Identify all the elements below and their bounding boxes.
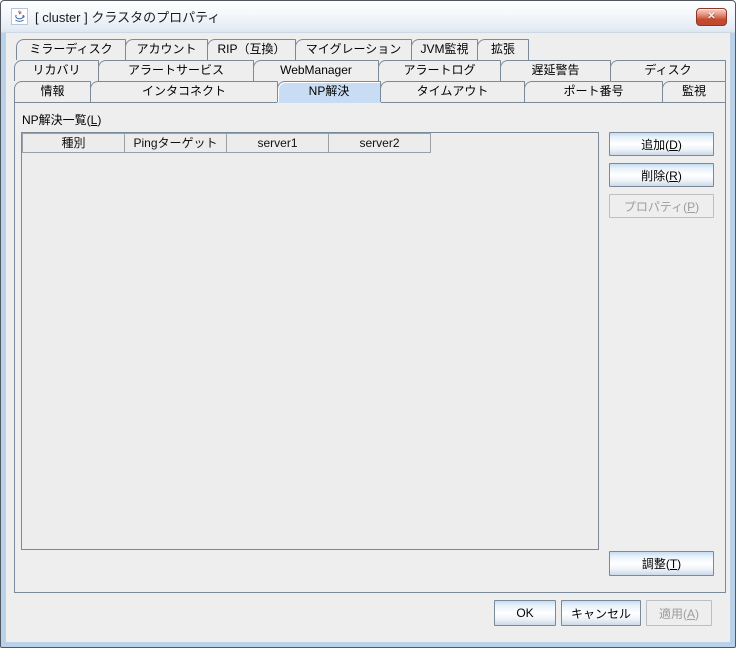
cluster-properties-dialog: [ cluster ] クラスタのプロパティ ✕ ミラーディスク アカウント R…: [0, 0, 736, 648]
tab-delay-warning[interactable]: 遅延警告: [500, 60, 611, 81]
tune-button[interactable]: 調整(T): [609, 551, 714, 576]
tab-webmanager[interactable]: WebManager: [253, 60, 379, 81]
close-icon: ✕: [707, 11, 715, 22]
footer-button-bar: OK キャンセル 適用(A): [14, 593, 726, 642]
tab-migration[interactable]: マイグレーション: [295, 39, 412, 60]
titlebar: [ cluster ] クラスタのプロパティ ✕: [1, 1, 735, 33]
tab-account[interactable]: アカウント: [125, 39, 208, 60]
column-header-ping-target[interactable]: Pingターゲット: [124, 133, 227, 153]
np-resolution-panel: NP解決一覧(L) 種別 Pingターゲット server1 server2: [14, 102, 726, 593]
np-main-area: 種別 Pingターゲット server1 server2 追加(D) 削除(R): [21, 132, 719, 592]
column-header-type[interactable]: 種別: [22, 133, 125, 153]
java-cup-icon: [11, 8, 28, 25]
tab-jvm-monitor[interactable]: JVM監視: [411, 39, 478, 60]
side-button-column: 追加(D) 削除(R) プロパティ(P) 調整(T): [609, 132, 714, 592]
dialog-content: ミラーディスク アカウント RIP（互換） マイグレーション JVM監視 拡張 …: [6, 33, 730, 642]
close-button[interactable]: ✕: [696, 8, 727, 26]
np-list-label: NP解決一覧(L): [22, 111, 719, 128]
apply-button: 適用(A): [646, 600, 712, 626]
tab-info[interactable]: 情報: [14, 81, 91, 102]
tab-disk[interactable]: ディスク: [610, 60, 726, 81]
np-table-scrollpane: 種別 Pingターゲット server1 server2: [21, 132, 599, 550]
cancel-button[interactable]: キャンセル: [561, 600, 641, 626]
tab-mirror-disk[interactable]: ミラーディスク: [16, 39, 126, 60]
tab-extension[interactable]: 拡張: [477, 39, 529, 60]
np-table-body[interactable]: [22, 153, 598, 549]
np-table-header: 種別 Pingターゲット server1 server2: [22, 133, 598, 153]
column-header-server2[interactable]: server2: [328, 133, 431, 153]
ok-button[interactable]: OK: [494, 600, 556, 626]
tab-port-number[interactable]: ポート番号: [524, 81, 663, 102]
tab-rip-compat[interactable]: RIP（互換）: [207, 39, 296, 60]
tab-alert-service[interactable]: アラートサービス: [98, 60, 254, 81]
tab-interconnect[interactable]: インタコネクト: [90, 81, 278, 102]
window-title: [ cluster ] クラスタのプロパティ: [35, 7, 696, 26]
side-column-spacer: [609, 218, 714, 551]
tab-monitor[interactable]: 監視: [662, 81, 726, 102]
tab-row-2: リカバリ アラートサービス WebManager アラートログ 遅延警告 ディス…: [14, 60, 726, 81]
tab-alert-log[interactable]: アラートログ: [378, 60, 501, 81]
column-header-server1[interactable]: server1: [226, 133, 329, 153]
remove-button[interactable]: 削除(R): [609, 163, 714, 187]
properties-button: プロパティ(P): [609, 194, 714, 218]
tab-row-3: 情報 インタコネクト NP解決 タイムアウト ポート番号 監視: [14, 81, 726, 102]
tab-recovery[interactable]: リカバリ: [14, 60, 99, 81]
tab-np-resolution[interactable]: NP解決: [277, 81, 381, 102]
tab-row-1: ミラーディスク アカウント RIP（互換） マイグレーション JVM監視 拡張: [14, 39, 726, 60]
tab-timeout[interactable]: タイムアウト: [380, 81, 525, 102]
add-button[interactable]: 追加(D): [609, 132, 714, 156]
properties-tab-pane: ミラーディスク アカウント RIP（互換） マイグレーション JVM監視 拡張 …: [14, 39, 726, 593]
